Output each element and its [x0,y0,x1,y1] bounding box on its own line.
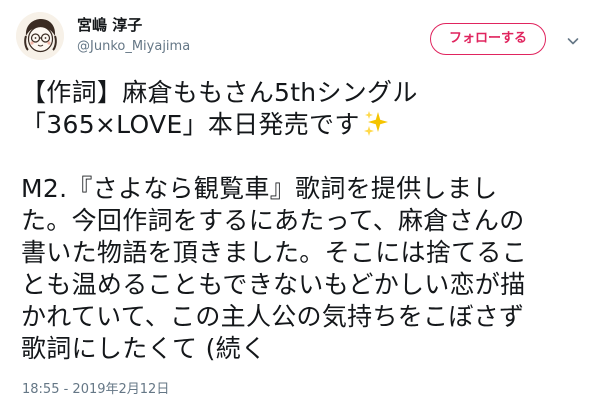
avatar[interactable] [16,12,64,60]
tweet-line: 書いた物語を頂きました。そこには捨てるこ [21,238,528,267]
sparkles-icon [362,109,390,137]
chevron-down-icon[interactable] [567,32,579,45]
tweet-text: 【作詞】麻倉ももさん5thシングル 「365×LOVE」本日発売です M2.『さ… [21,77,593,365]
author-block: 宮嶋 淳子 @Junko_Miyajima [77,15,190,56]
tweet-line: 【作詞】麻倉ももさん5thシングル [21,78,418,107]
display-name[interactable]: 宮嶋 淳子 [77,15,190,35]
tweet-line: M2.『さよなら観覧車』歌詞を提供しまし [21,174,498,203]
tweet-line: た。今回作詞をするにあたって、麻倉さんの [21,206,525,235]
tweet: 宮嶋 淳子 @Junko_Miyajima フォローする 【作詞】麻倉ももさん5… [0,0,603,406]
tweet-line: 歌詞にしたくて (続く [21,334,267,363]
timestamp[interactable]: 18:55 - 2019年2月12日 [22,381,169,399]
tweet-line: かれていて、この主人公の気持ちをこぼさず [21,302,525,331]
tweet-line: とも温めることもできないもどかしい恋が描 [21,270,526,299]
follow-button[interactable]: フォローする [430,23,546,55]
tweet-line: 「365×LOVE」本日発売です [21,110,360,139]
avatar-illustration [16,12,64,60]
user-handle[interactable]: @Junko_Miyajima [77,38,190,56]
tweet-line-with-emoji: 「365×LOVE」本日発売です [21,109,593,141]
